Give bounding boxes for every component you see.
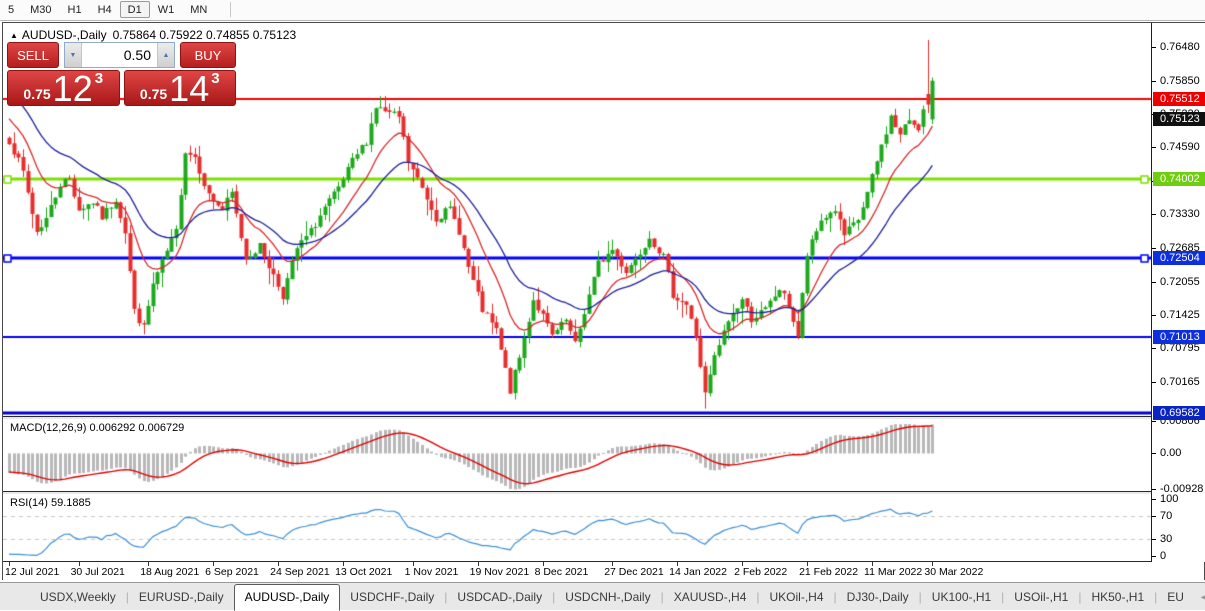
volume-decrease-icon[interactable]: ▼	[65, 43, 82, 67]
price-tick-label: 0.70165	[1152, 376, 1205, 388]
sell-price-button[interactable]: 0.75123	[7, 70, 120, 106]
tab-eurusd-daily[interactable]: EURUSD-,Daily	[129, 585, 234, 608]
date-label: 21 Feb 2022	[799, 566, 858, 578]
rsi-scale-label: 100	[1152, 493, 1205, 505]
tab-usdcad-daily[interactable]: USDCAD-,Daily	[447, 585, 552, 608]
rsi-scale-label: 0	[1152, 550, 1205, 562]
price-tick-label: 0.76480	[1152, 41, 1205, 53]
date-label: 11 Mar 2022	[864, 566, 922, 578]
panel-collapse-icon[interactable]: ▲	[10, 31, 18, 40]
macd-scale-label: 0.00	[1152, 447, 1205, 459]
timeframe-button-h1[interactable]: H1	[60, 1, 90, 18]
date-label: 18 Aug 2021	[140, 566, 199, 578]
price-tick-label: 0.70795	[1152, 342, 1205, 354]
timeframe-button-mn[interactable]: MN	[182, 1, 215, 18]
date-label: 6 Sep 2021	[205, 566, 259, 578]
timeframe-button-m30[interactable]: M30	[22, 1, 59, 18]
price-badge-0.72504: 0.72504	[1153, 251, 1205, 265]
date-label: 24 Sep 2021	[270, 566, 330, 578]
tab-scroll-left-icon[interactable]: ◄	[1194, 592, 1205, 602]
date-axis[interactable]: 12 Jul 2021 30 Jul 2021 18 Aug 2021 6 Sep 2…	[3, 562, 1204, 580]
timeframe-button-w1[interactable]: W1	[150, 1, 183, 18]
chart-tab-bar: USDX,Weekly|EURUSD-,DailyAUDUSD-,DailyUS…	[0, 582, 1205, 610]
macd-label: MACD(12,26,9) 0.006292 0.006729	[10, 422, 184, 434]
rsi-indicator-canvas[interactable]	[3, 494, 1151, 561]
rsi-scale-label: 70	[1152, 510, 1205, 522]
tab-eu[interactable]: EU	[1157, 585, 1194, 608]
date-label: 2 Feb 2022	[734, 566, 787, 578]
one-click-trading-panel: SELL ▼ ▲ BUY 0.75123 0.75143	[7, 42, 236, 106]
price-badge-0.75123: 0.75123	[1153, 112, 1205, 126]
price-tick-label: 0.74590	[1152, 141, 1205, 153]
date-label: 30 Mar 2022	[924, 566, 983, 578]
date-label: 27 Dec 2021	[604, 566, 664, 578]
price-tick-label: 0.73330	[1152, 208, 1205, 220]
tab-usdcnh-daily[interactable]: USDCNH-,Daily	[555, 585, 660, 608]
tab-ukoil-h4[interactable]: UKOil-,H4	[760, 585, 834, 608]
tab-usdx-weekly[interactable]: USDX,Weekly	[30, 585, 126, 608]
tab-usoil-h1[interactable]: USOil-,H1	[1004, 585, 1078, 608]
buy-price-button[interactable]: 0.75143	[124, 70, 237, 106]
tab-usdchf-daily[interactable]: USDCHF-,Daily	[340, 585, 444, 608]
rsi-scale-label: 30	[1152, 533, 1205, 545]
sell-button[interactable]: SELL	[7, 42, 59, 68]
symbol-period-label: AUDUSD-,Daily	[22, 28, 107, 42]
volume-increase-icon[interactable]: ▲	[157, 43, 174, 67]
chart-title: ▲ AUDUSD-,Daily 0.75864 0.75922 0.74855 0.…	[10, 28, 296, 42]
price-scale[interactable]: 0.764800.758500.752200.745900.739600.733…	[1151, 23, 1205, 562]
price-tick-label: 0.75850	[1152, 75, 1205, 87]
date-label: 8 Dec 2021	[535, 566, 589, 578]
timeframe-button-d1[interactable]: D1	[120, 1, 150, 18]
date-label: 12 Jul 2021	[5, 566, 59, 578]
price-tick-label: 0.71425	[1152, 309, 1205, 321]
tab-hk50-h1[interactable]: HK50-,H1	[1081, 585, 1154, 608]
timeframe-toolbar: 5M30H1H4D1W1MN	[0, 0, 1205, 21]
price-badge-0.69582: 0.69582	[1153, 406, 1205, 420]
date-label: 14 Jan 2022	[669, 566, 727, 578]
rsi-label: RSI(14) 59.1885	[10, 497, 91, 509]
timeframe-button-h4[interactable]: H4	[90, 1, 120, 18]
tab-audusd-daily[interactable]: AUDUSD-,Daily	[234, 584, 341, 611]
date-label: 19 Nov 2021	[470, 566, 530, 578]
tab-xauusd-h4[interactable]: XAUUSD-,H4	[664, 585, 757, 608]
price-badge-0.74002: 0.74002	[1153, 172, 1205, 186]
tab-uk100-h1[interactable]: UK100-,H1	[922, 585, 1001, 608]
date-label: 13 Oct 2021	[335, 566, 392, 578]
volume-input[interactable]	[82, 43, 157, 67]
date-label: 30 Jul 2021	[71, 566, 125, 578]
price-tick-label: 0.72055	[1152, 276, 1205, 288]
toolbar-separator	[230, 2, 231, 17]
tab-dj30-daily[interactable]: DJ30-,Daily	[837, 585, 919, 608]
ohlc-values: 0.75864 0.75922 0.74855 0.75123	[113, 28, 297, 42]
volume-control: ▼ ▲	[64, 42, 175, 68]
macd-values: 0.006292 0.006729	[89, 422, 184, 434]
buy-button[interactable]: BUY	[180, 42, 236, 68]
chart-window: 0.764800.758500.752200.745900.739600.733…	[2, 22, 1205, 580]
price-badge-0.71013: 0.71013	[1153, 330, 1205, 344]
timeframe-button-5[interactable]: 5	[0, 1, 22, 18]
price-badge-0.75512: 0.75512	[1153, 92, 1205, 106]
rsi-value: 59.1885	[51, 497, 91, 509]
date-label: 1 Nov 2021	[405, 566, 459, 578]
